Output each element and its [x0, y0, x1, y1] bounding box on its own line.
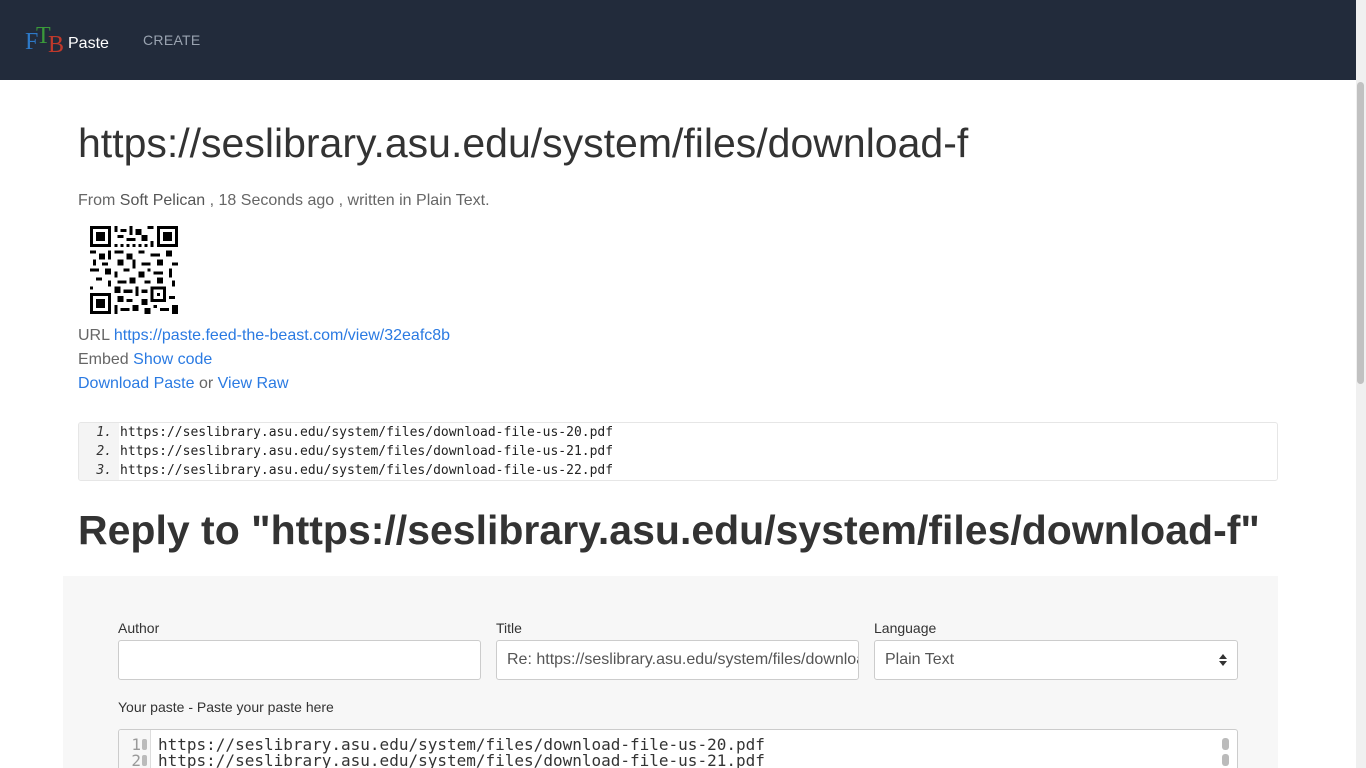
editor-line: 2 https://seslibrary.asu.edu/system/file… [119, 753, 1219, 768]
code-line: 3. https://seslibrary.asu.edu/system/fil… [79, 463, 1277, 480]
title-input[interactable]: Re: https://seslibrary.asu.edu/system/fi… [496, 640, 859, 680]
paste-code-block: 1. https://seslibrary.asu.edu/system/fil… [78, 422, 1278, 481]
reply-heading: Reply to "https://seslibrary.asu.edu/sys… [78, 507, 1260, 553]
line-number: 3. [96, 463, 112, 478]
language-select[interactable]: Plain Text [874, 640, 1238, 680]
author-label: Author [118, 620, 160, 636]
brand-logo-link[interactable]: F T B Paste [25, 23, 109, 58]
top-navbar: F T B Paste CREATE [0, 0, 1356, 80]
download-paste-link[interactable]: Download Paste [78, 375, 195, 392]
line-text: https://seslibrary.asu.edu/system/files/… [120, 444, 614, 459]
nav-create-link[interactable]: CREATE [143, 32, 201, 48]
code-line: 1. https://seslibrary.asu.edu/system/fil… [79, 425, 1277, 444]
page-scrollbar-thumb[interactable] [1357, 82, 1364, 384]
language-select-value: Plain Text [885, 651, 955, 668]
paste-author: Soft Pelican [119, 192, 206, 209]
line-number: 1. [96, 425, 112, 440]
language-label: Language [874, 620, 937, 636]
qr-code-image [90, 226, 178, 314]
code-line: 2. https://seslibrary.asu.edu/system/fil… [79, 444, 1277, 463]
author-input[interactable] [118, 640, 481, 680]
title-label: Title [496, 620, 522, 636]
paste-editor-label: Your paste - Paste your paste here [118, 699, 334, 715]
paste-language: Plain Text. [416, 192, 490, 209]
ftb-logo-icon: F T B [25, 23, 65, 58]
editor-scrollbar-thumb[interactable] [1222, 754, 1229, 766]
paste-time: 18 Seconds ago [218, 192, 335, 209]
editor-scrollbar[interactable] [1222, 738, 1229, 768]
line-number: 2. [96, 444, 112, 459]
paste-editor[interactable]: 1 https://seslibrary.asu.edu/system/file… [118, 729, 1238, 768]
paste-meta: From Soft Pelican , 18 Seconds ago , wri… [78, 192, 490, 209]
paste-title: https://seslibrary.asu.edu/system/files/… [78, 120, 969, 166]
select-arrows-icon [1219, 654, 1227, 666]
view-raw-link[interactable]: View Raw [218, 375, 289, 392]
download-row: Download Paste or View Raw [78, 375, 289, 392]
editor-scrollbar-thumb[interactable] [1222, 738, 1229, 750]
brand-name: Paste [68, 35, 109, 52]
embed-row: Embed Show code [78, 351, 213, 368]
editor-line-number: 2 [131, 751, 141, 768]
line-text: https://seslibrary.asu.edu/system/files/… [120, 463, 614, 478]
paste-url-row: URL https://paste.feed-the-beast.com/vie… [78, 327, 451, 344]
fold-marker-icon [142, 739, 147, 750]
line-text: https://seslibrary.asu.edu/system/files/… [120, 425, 614, 440]
paste-url-link[interactable]: https://paste.feed-the-beast.com/view/32… [114, 327, 450, 344]
show-code-link[interactable]: Show code [133, 351, 212, 368]
editor-line-text: https://seslibrary.asu.edu/system/files/… [158, 751, 765, 768]
fold-marker-icon [142, 755, 147, 766]
